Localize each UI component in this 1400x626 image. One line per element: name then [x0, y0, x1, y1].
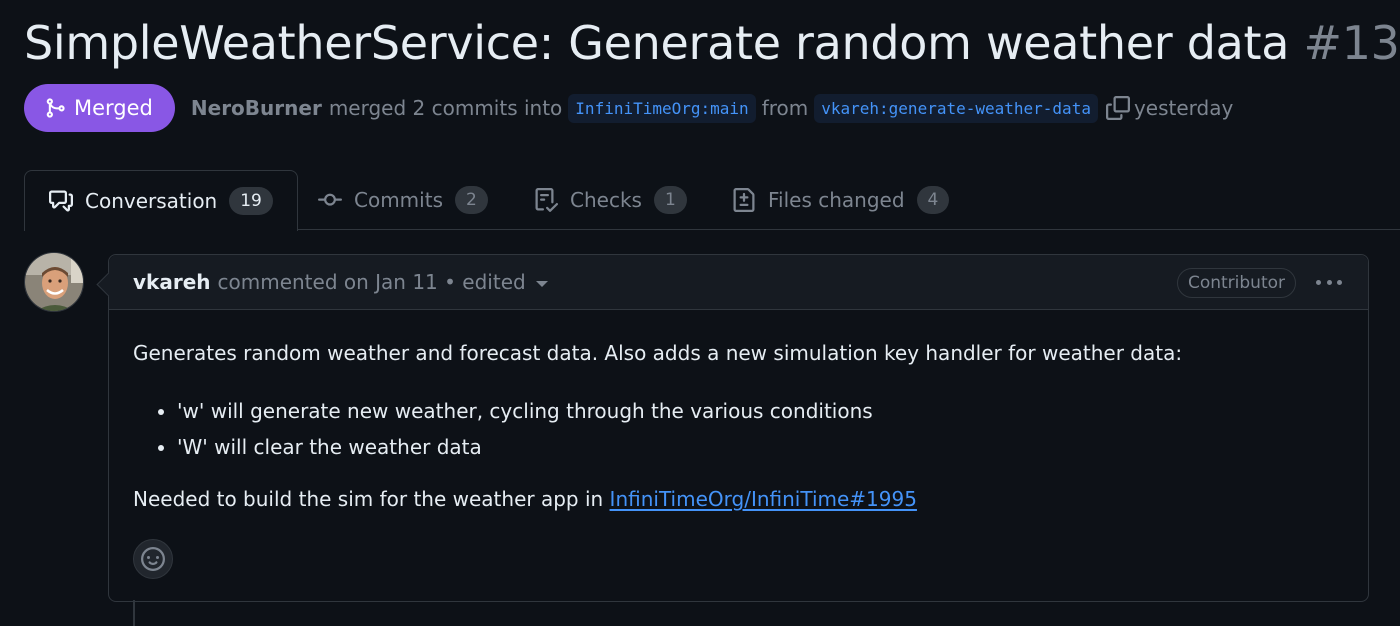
- kebab-horizontal-icon[interactable]: [1316, 269, 1342, 295]
- tab-checks-count: 1: [653, 186, 687, 214]
- merged-label: Merged: [74, 96, 153, 120]
- chevron-down-icon[interactable]: [535, 281, 548, 287]
- copy-icon[interactable]: [1105, 96, 1130, 120]
- comment-outro: Needed to build the sim for the weather …: [133, 485, 1344, 513]
- tab-conversation-count: 19: [229, 187, 273, 215]
- merger-author-link[interactable]: NeroBurner: [191, 96, 322, 120]
- tab-files-changed[interactable]: Files changed 4: [732, 170, 950, 230]
- list-item: 'w' will generate new weather, cycling t…: [177, 393, 1344, 429]
- tab-commits[interactable]: Commits 2: [318, 170, 488, 230]
- git-merge-icon: [46, 98, 65, 118]
- tab-checks-label: Checks: [570, 188, 642, 212]
- merge-summary: NeroBurner merged 2 commits into InfiniT…: [191, 93, 1234, 123]
- issue-link[interactable]: InfiniTimeOrg/InfiniTime#1995: [610, 487, 917, 511]
- avatar[interactable]: [24, 252, 84, 312]
- base-branch-label[interactable]: InfiniTimeOrg:main: [568, 93, 756, 123]
- merged-status-badge: Merged: [24, 84, 175, 132]
- tab-commits-count: 2: [454, 186, 488, 214]
- tab-conversation-label: Conversation: [85, 189, 218, 213]
- comment-meta[interactable]: commented on Jan 11 • edited: [218, 270, 526, 294]
- tab-checks[interactable]: Checks 1: [534, 170, 687, 230]
- pr-tabs: Conversation 19 Commits 2 Checks 1 Files…: [24, 170, 1400, 231]
- tab-conversation[interactable]: Conversation 19: [24, 170, 298, 231]
- checklist-icon: [535, 188, 558, 212]
- add-reaction-button[interactable]: [133, 539, 173, 579]
- comment-bullet-list: 'w' will generate new weather, cycling t…: [133, 393, 1344, 465]
- merged-commits-text: merged 2 commits into: [328, 96, 563, 120]
- contributor-badge: Contributor: [1176, 268, 1296, 298]
- head-branch-label[interactable]: vkareh:generate-weather-data: [814, 93, 1098, 123]
- list-item: 'W' will clear the weather data: [177, 429, 1344, 465]
- git-commit-icon: [318, 193, 342, 206]
- timeline-line: [133, 600, 135, 626]
- smiley-icon: [141, 547, 165, 571]
- from-text: from: [761, 96, 809, 120]
- tab-files-changed-label: Files changed: [768, 188, 905, 212]
- pr-number: #138: [1303, 16, 1400, 70]
- pr-title: SimpleWeatherService: Generate random we…: [24, 16, 1400, 70]
- avatar-image: [25, 253, 83, 311]
- comment-author-link[interactable]: vkareh: [133, 270, 211, 294]
- comment-intro: Generates random weather and forecast da…: [133, 341, 1183, 365]
- tab-commits-label: Commits: [354, 188, 443, 212]
- comment-discussion-icon: [49, 190, 73, 212]
- comment-box: vkareh commented on Jan 11 • edited Cont…: [108, 254, 1369, 602]
- comment-outro-text: Needed to build the sim for the weather …: [133, 487, 604, 511]
- pr-meta: Merged NeroBurner merged 2 commits into …: [24, 84, 1233, 132]
- tab-files-changed-count: 4: [916, 186, 950, 214]
- file-diff-icon: [733, 188, 755, 212]
- merge-time: yesterday: [1133, 96, 1234, 120]
- comment-body: Generates random weather and forecast da…: [133, 339, 1344, 513]
- pr-title-text: SimpleWeatherService: Generate random we…: [24, 16, 1290, 70]
- comment-header: vkareh commented on Jan 11 • edited Cont…: [109, 255, 1368, 310]
